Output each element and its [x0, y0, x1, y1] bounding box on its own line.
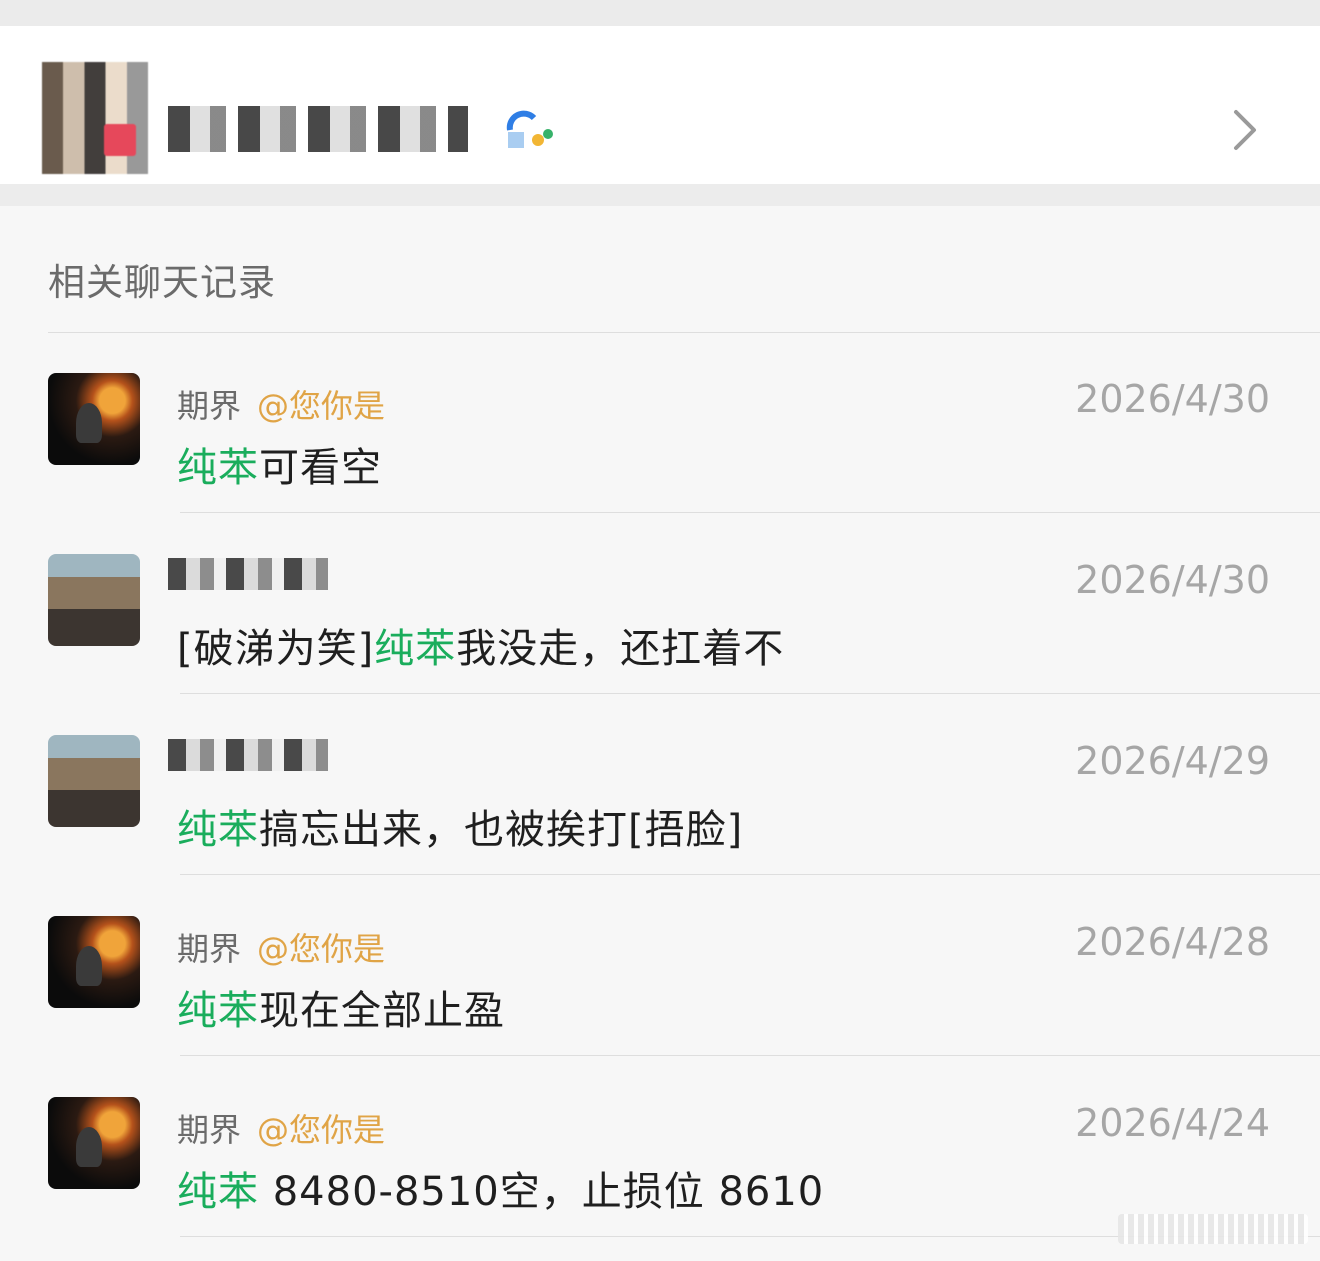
sender-line: 期界 @您你是: [177, 1105, 385, 1151]
avatar[interactable]: [48, 1097, 140, 1189]
avatar[interactable]: [48, 735, 140, 827]
message-text: 纯苯现在全部止盈: [177, 978, 505, 1036]
message-suffix: 现在全部止盈: [259, 988, 505, 1034]
divider: [180, 1055, 1320, 1056]
keyword-highlight: 纯苯: [177, 988, 259, 1034]
section-title: 相关聊天记录: [48, 261, 276, 304]
contact-avatar[interactable]: [42, 62, 148, 174]
message-suffix: 我没走，还扛着不: [456, 626, 785, 672]
message-text: 纯苯 8480-8510空，止损位 8610: [177, 1159, 824, 1217]
keyword-highlight: 纯苯: [374, 626, 457, 672]
sender-line: 期界 @您你是: [177, 381, 385, 427]
mention: @您你是: [257, 387, 386, 425]
message-text: 纯苯可看空: [177, 435, 382, 493]
message-date: 2026/4/30: [1075, 377, 1270, 421]
message-date: 2026/4/28: [1075, 920, 1270, 964]
app-badge-icon: [506, 110, 553, 148]
message-date: 2026/4/30: [1075, 558, 1270, 602]
avatar[interactable]: [48, 916, 140, 1008]
watermark: [1118, 1214, 1308, 1244]
sender-name: 期界: [177, 387, 242, 425]
related-chat-section: 相关聊天记录 期界 @您你是 2026/4/30 纯苯可看空 2026/4/30 …: [0, 206, 1320, 1261]
sender-name: 期界: [177, 930, 242, 968]
mention: @您你是: [257, 930, 386, 968]
chat-result-row[interactable]: 期界 @您你是 2026/4/30 纯苯可看空: [0, 333, 1320, 513]
status-bar-area: [0, 0, 1320, 26]
chevron-right-icon[interactable]: [1230, 108, 1260, 152]
chat-result-row[interactable]: 期界 @您你是 2026/4/24 纯苯 8480-8510空，止损位 8610: [0, 1057, 1320, 1237]
avatar[interactable]: [48, 373, 140, 465]
sender-line: 期界 @您你是: [177, 924, 385, 970]
message-suffix: 8480-8510空，止损位 8610: [259, 1169, 825, 1215]
sender-name-masked: [168, 558, 328, 590]
divider: [180, 693, 1320, 694]
divider: [180, 512, 1320, 513]
message-text: [破涕为笑]纯苯我没走，还扛着不: [177, 616, 784, 674]
divider: [180, 874, 1320, 875]
section-separator: [0, 184, 1320, 206]
keyword-highlight: 纯苯: [177, 1169, 259, 1215]
message-prefix: [破涕为笑]: [177, 626, 375, 672]
sender-name-masked: [168, 739, 328, 771]
message-date: 2026/4/29: [1075, 739, 1270, 783]
mention: @您你是: [257, 1111, 386, 1149]
message-suffix: 可看空: [259, 445, 382, 491]
sender-name: 期界: [177, 1111, 242, 1149]
chat-result-row[interactable]: 期界 @您你是 2026/4/28 纯苯现在全部止盈: [0, 876, 1320, 1056]
keyword-highlight: 纯苯: [177, 445, 259, 491]
avatar[interactable]: [48, 554, 140, 646]
contact-name-masked: [168, 106, 468, 152]
message-suffix: 搞忘出来，也被挨打[捂脸]: [259, 807, 744, 853]
chat-result-row[interactable]: 2026/4/29 纯苯搞忘出来，也被挨打[捂脸]: [0, 695, 1320, 875]
message-date: 2026/4/24: [1075, 1101, 1270, 1145]
chat-result-row[interactable]: 2026/4/30 [破涕为笑]纯苯我没走，还扛着不: [0, 514, 1320, 694]
keyword-highlight: 纯苯: [177, 807, 259, 853]
chat-header[interactable]: [0, 26, 1320, 184]
message-text: 纯苯搞忘出来，也被挨打[捂脸]: [177, 797, 743, 855]
